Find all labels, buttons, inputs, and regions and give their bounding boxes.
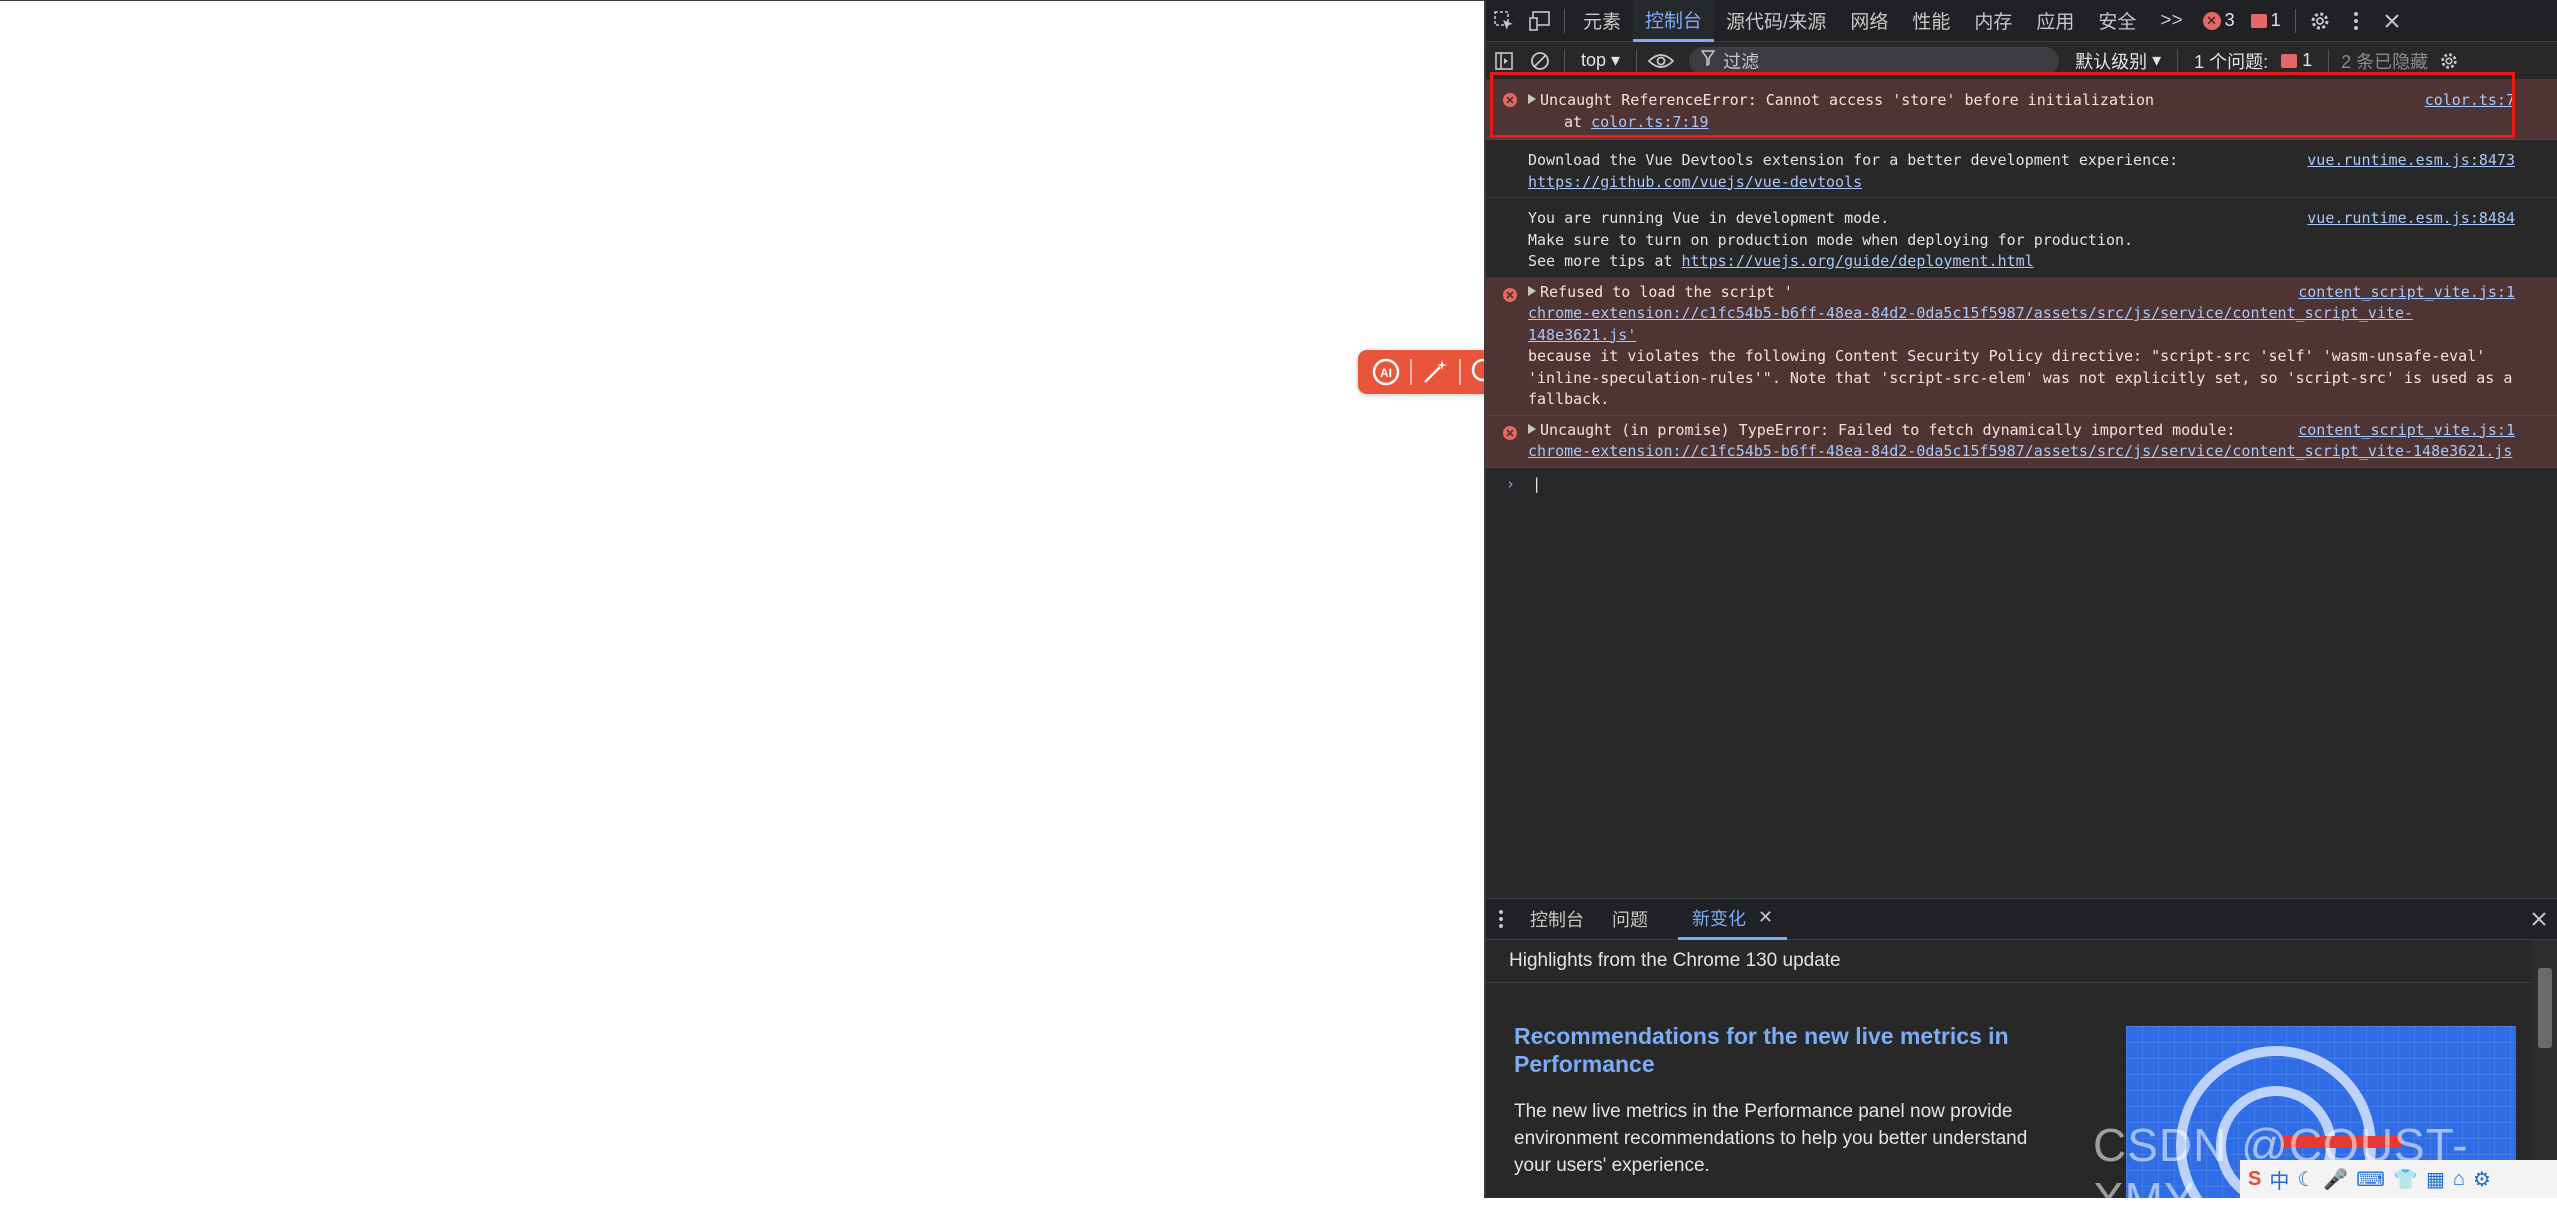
svg-text:AI: AI	[1380, 366, 1392, 380]
console-toolbar: top ▾ 过滤 默认级别 ▾ 1 个问题: 1 2 条已隐藏	[1486, 42, 2557, 80]
close-drawer-icon[interactable]	[2521, 898, 2557, 940]
system-tray: S 中 ☾ 🎤 ⌨ 👕 ▦ ⌂ ⚙	[2240, 1160, 2557, 1198]
web-page-content	[0, 0, 1484, 1198]
stack-link[interactable]: color.ts:7:19	[1591, 113, 1708, 131]
console-message-error[interactable]: Uncaught (in promise) TypeError: Failed …	[1486, 415, 2557, 468]
tray-gear-icon[interactable]: ⚙	[2473, 1167, 2491, 1192]
whats-new-header: Highlights from the Chrome 130 update	[1486, 940, 2534, 983]
tab-network[interactable]: 网络	[1838, 0, 1900, 42]
sidebar-toggle-icon[interactable]	[1486, 40, 1522, 82]
drawer-tab-whats-new[interactable]: 新变化 ✕	[1678, 898, 1788, 940]
error-circle-icon	[1502, 425, 1518, 448]
filter-icon	[1700, 50, 1716, 71]
divider	[2177, 48, 2179, 73]
eye-icon[interactable]	[1643, 40, 1679, 82]
drawer-tab-issues[interactable]: 问题	[1598, 898, 1662, 940]
sogou-ime-icon[interactable]: S	[2248, 1168, 2261, 1191]
console-message-error[interactable]: Uncaught ReferenceError: Cannot access '…	[1486, 80, 2557, 140]
console-message-log[interactable]: You are running Vue in development mode.…	[1486, 198, 2557, 278]
source-link[interactable]: content_script_vite.js:1	[2298, 282, 2515, 304]
toolbar-separator	[1409, 359, 1412, 385]
drawer-tab-console[interactable]: 控制台	[1516, 898, 1598, 940]
source-link[interactable]: color.ts:7	[2425, 90, 2515, 112]
keyboard-icon[interactable]: ⌨	[2356, 1167, 2385, 1192]
home-icon[interactable]: ⌂	[2453, 1168, 2465, 1191]
extension-script-link[interactable]: chrome-extension://c1fc54b5-b6ff-48ea-84…	[1528, 304, 2413, 344]
tab-application[interactable]: 应用	[2024, 0, 2086, 42]
console-message-log[interactable]: Download the Vue Devtools extension for …	[1486, 140, 2557, 198]
ai-icon[interactable]: AI	[1366, 354, 1406, 390]
tab-memory[interactable]: 内存	[1962, 0, 2024, 42]
filter-placeholder: 过滤	[1723, 51, 1760, 72]
issue-count-badge[interactable]: 1	[2243, 10, 2289, 31]
caret-down-icon: ▾	[2152, 50, 2162, 70]
expand-triangle-icon[interactable]	[1528, 285, 1536, 296]
tab-console[interactable]: 控制台	[1633, 0, 1715, 42]
close-tab-icon[interactable]: ✕	[1758, 907, 1773, 928]
expand-triangle-icon[interactable]	[1528, 94, 1536, 104]
close-icon[interactable]	[2374, 0, 2410, 42]
caret-down-icon: ▾	[1611, 50, 1621, 70]
tab-sources[interactable]: 源代码/来源	[1714, 0, 1838, 42]
console-settings-gear-icon[interactable]	[2434, 40, 2464, 82]
context-selector[interactable]: top ▾	[1571, 50, 1630, 71]
divider	[1636, 48, 1638, 73]
microphone-icon[interactable]: 🎤	[2323, 1167, 2348, 1192]
error-circle-icon	[1502, 287, 1518, 310]
divider	[2328, 48, 2330, 73]
divider	[1564, 48, 1565, 73]
kebab-menu-icon[interactable]	[2338, 0, 2374, 42]
magic-wand-icon[interactable]	[1415, 354, 1455, 390]
issue-flag-icon	[2281, 53, 2298, 68]
expand-triangle-icon[interactable]	[1528, 423, 1536, 434]
console-output: Uncaught ReferenceError: Cannot access '…	[1486, 80, 2557, 900]
source-link[interactable]: content_script_vite.js:1	[2298, 420, 2515, 442]
vue-devtools-link[interactable]: https://github.com/vuejs/vue-devtools	[1528, 173, 1862, 191]
divider	[2294, 8, 2296, 33]
issues-button[interactable]: 1 个问题: 1	[2184, 48, 2322, 74]
source-link[interactable]: vue.runtime.esm.js:8473	[2307, 150, 2515, 172]
prompt-cursor: |	[1532, 474, 1542, 493]
more-tabs-button[interactable]: >>	[2148, 0, 2194, 42]
tab-security[interactable]: 安全	[2086, 0, 2148, 42]
error-circle-icon	[1502, 92, 1518, 115]
console-prompt[interactable]: › |	[1486, 468, 2557, 496]
hidden-count: 2 条已隐藏	[2341, 51, 2429, 72]
log-levels-dropdown[interactable]: 默认级别 ▾	[2065, 48, 2171, 74]
moon-icon[interactable]: ☾	[2297, 1167, 2315, 1192]
prompt-chevron-icon: ›	[1506, 474, 1516, 493]
toolbar-separator	[1459, 359, 1462, 385]
ime-mode[interactable]: 中	[2269, 1165, 2289, 1194]
inspect-element-icon[interactable]	[1486, 0, 1522, 42]
tab-performance[interactable]: 性能	[1900, 0, 1962, 42]
error-icon: ✕	[2202, 11, 2221, 30]
device-toolbar-icon[interactable]	[1522, 0, 1558, 42]
vue-deployment-link[interactable]: https://vuejs.org/guide/deployment.html	[1682, 252, 2034, 270]
tab-elements[interactable]: 元素	[1571, 0, 1633, 42]
issue-flag-icon	[2250, 13, 2267, 28]
scrollbar-thumb[interactable]	[2538, 968, 2552, 1048]
extension-module-link[interactable]: chrome-extension://c1fc54b5-b6ff-48ea-84…	[1528, 442, 2512, 460]
filter-input[interactable]: 过滤	[1689, 46, 2060, 75]
source-link[interactable]: vue.runtime.esm.js:8484	[2307, 208, 2515, 230]
gear-icon[interactable]	[2302, 0, 2338, 42]
console-message-error[interactable]: Refused to load the script ' chrome-exte…	[1486, 277, 2557, 416]
devtools-panel: 元素 控制台 源代码/来源 网络 性能 内存 应用 安全 >> ✕ 3 1 to…	[1484, 0, 2557, 1198]
article-title[interactable]: Recommendations for the new live metrics…	[1514, 1022, 2034, 1078]
drawer-menu-icon[interactable]	[1486, 898, 1516, 940]
shirt-icon[interactable]: 👕	[2393, 1167, 2418, 1192]
drawer-tabbar: 控制台 问题 新变化 ✕	[1486, 898, 2557, 940]
devtools-tabbar: 元素 控制台 源代码/来源 网络 性能 内存 应用 安全 >> ✕ 3 1	[1486, 0, 2557, 42]
article-text: The new live metrics in the Performance …	[1514, 1101, 2028, 1176]
error-count-badge[interactable]: ✕ 3	[2195, 10, 2243, 31]
divider	[1564, 8, 1565, 33]
grid-icon[interactable]: ▦	[2426, 1167, 2445, 1192]
clear-console-icon[interactable]	[1522, 40, 1558, 82]
